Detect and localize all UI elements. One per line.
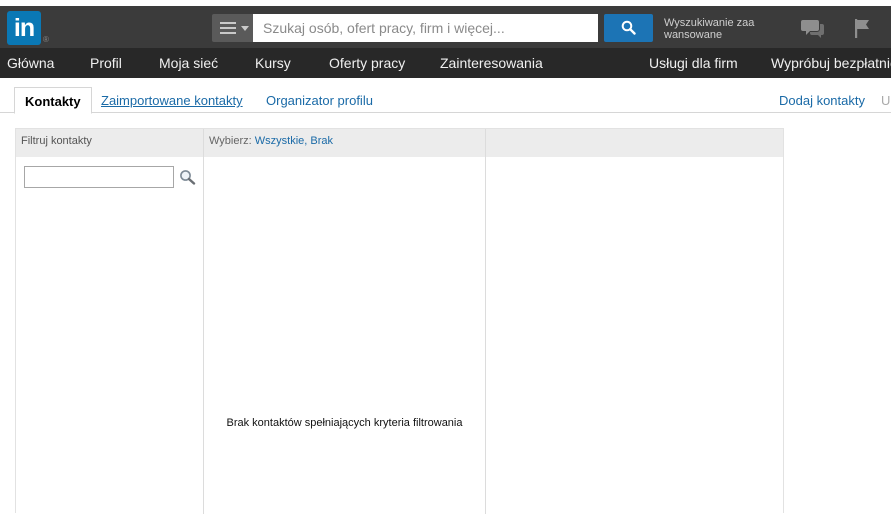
- contacts-panel: Filtruj kontakty Wybierz: Wszystkie, Bra…: [15, 128, 784, 514]
- flag-icon[interactable]: [853, 17, 873, 39]
- nav-item-network[interactable]: Moja sieć: [159, 48, 218, 78]
- contacts-tabs: Kontakty Zaimportowane kontakty Organiza…: [0, 78, 891, 114]
- nav-item-business-services[interactable]: Usługi dla firm: [649, 48, 738, 78]
- select-all-link[interactable]: Wszystkie: [255, 135, 305, 147]
- panel-header: [16, 129, 783, 157]
- top-bar: in ® Wyszukiwanie zaa wansowane: [0, 0, 891, 48]
- select-label: Wybierz:: [209, 135, 252, 147]
- tab-imported-contacts[interactable]: Zaimportowane kontakty: [101, 87, 243, 113]
- magnifier-icon[interactable]: [179, 169, 196, 185]
- chevron-down-icon: [241, 26, 249, 31]
- main-nav: Główna Profil Moja sieć Kursy Oferty pra…: [0, 48, 891, 78]
- tab-truncated[interactable]: U: [881, 87, 890, 113]
- nav-item-interests[interactable]: Zainteresowania: [440, 48, 543, 78]
- nav-item-profile[interactable]: Profil: [90, 48, 122, 78]
- messages-icon[interactable]: [801, 17, 825, 39]
- search-category-dropdown[interactable]: [212, 14, 253, 42]
- nav-item-courses[interactable]: Kursy: [255, 48, 291, 78]
- search-icon: [621, 20, 636, 35]
- menu-icon: [220, 22, 236, 34]
- tab-contacts[interactable]: Kontakty: [14, 87, 92, 114]
- tab-profile-organizer[interactable]: Organizator profilu: [266, 87, 373, 113]
- filter-contacts-label: Filtruj kontakty: [21, 135, 92, 147]
- nav-item-try-premium[interactable]: Wypróbuj bezpłatnie: [771, 48, 891, 78]
- add-contacts-link[interactable]: Dodaj kontakty: [779, 87, 865, 113]
- nav-item-home[interactable]: Główna: [7, 48, 54, 78]
- advanced-search-link[interactable]: Wyszukiwanie zaa wansowane: [664, 17, 774, 41]
- linkedin-logo[interactable]: in: [7, 11, 41, 45]
- column-divider: [485, 129, 486, 514]
- select-separator: ,: [304, 135, 308, 147]
- filter-contacts-input[interactable]: [24, 166, 174, 188]
- registered-mark: ®: [43, 35, 49, 44]
- select-none-link[interactable]: Brak: [310, 135, 333, 147]
- search-input[interactable]: [253, 14, 598, 42]
- empty-state-message: Brak kontaktów spełniających kryteria fi…: [226, 417, 463, 429]
- column-divider: [203, 129, 204, 514]
- nav-item-jobs[interactable]: Oferty pracy: [329, 48, 405, 78]
- search-button[interactable]: [604, 14, 653, 42]
- select-controls: Wybierz: Wszystkie, Brak: [209, 135, 333, 147]
